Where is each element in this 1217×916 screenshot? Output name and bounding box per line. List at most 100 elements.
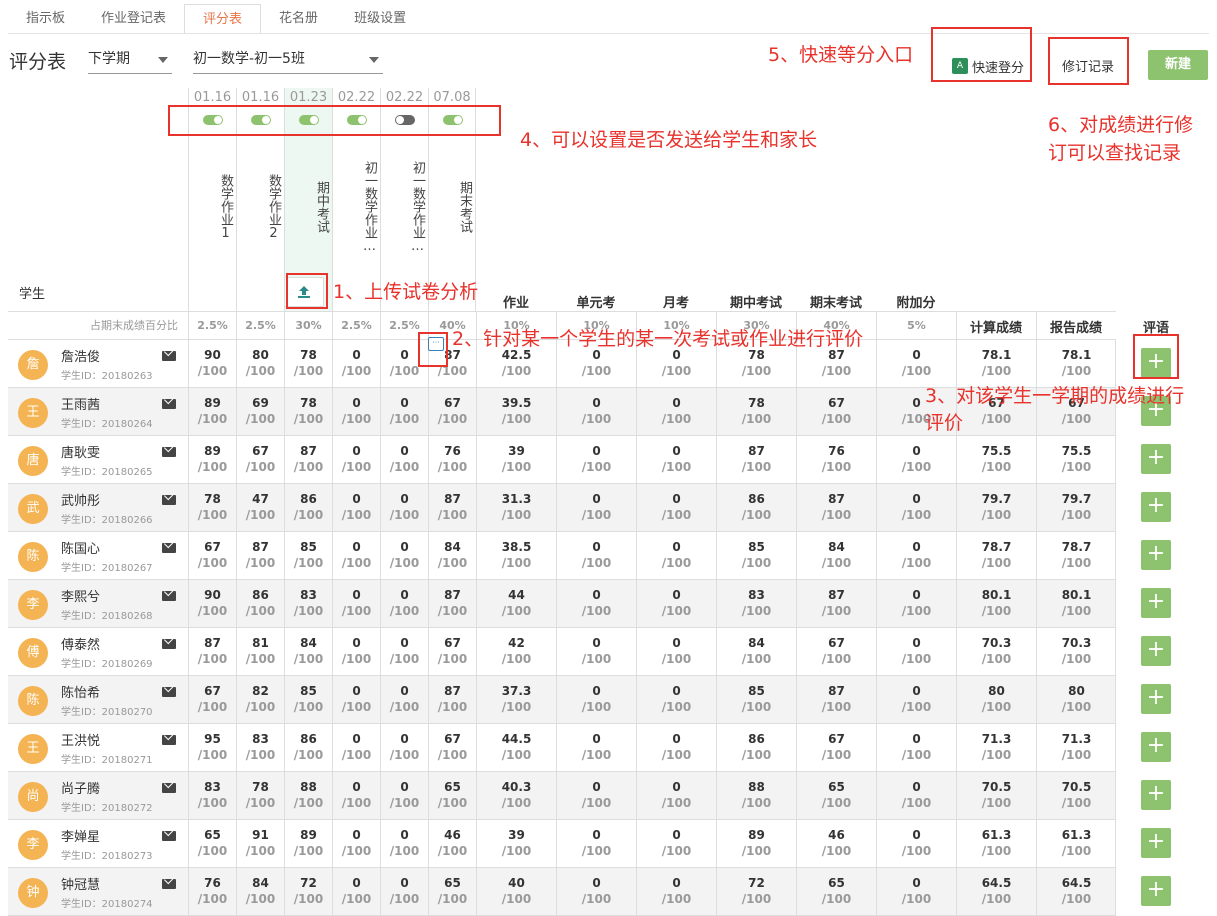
assignment-name[interactable]: 数学作业1 [189, 132, 236, 282]
score-cell[interactable]: 0/100 [332, 532, 380, 579]
tab-2[interactable]: 评分表 [184, 4, 262, 34]
tab-3[interactable]: 花名册 [261, 4, 336, 34]
add-comment-button[interactable]: + [1141, 684, 1171, 714]
student-name[interactable]: 陈国心 [61, 538, 100, 557]
assignment-name[interactable]: 初一数学作业… [333, 132, 380, 282]
score-cell[interactable]: 87/100 [284, 436, 332, 483]
add-comment-button[interactable]: + [1141, 444, 1171, 474]
score-cell[interactable]: 0/100 [380, 580, 428, 627]
score-cell[interactable]: 0/100 [332, 868, 380, 915]
score-cell[interactable]: 76/100 [428, 436, 476, 483]
score-cell[interactable]: 0/100 [380, 484, 428, 531]
score-cell[interactable]: 67/100 [236, 436, 284, 483]
score-cell[interactable]: 0/100 [380, 772, 428, 819]
score-cell[interactable]: 0/100 [332, 436, 380, 483]
score-cell[interactable]: 88/100 [284, 772, 332, 819]
score-cell[interactable]: 87/100 [428, 580, 476, 627]
score-cell[interactable]: 78/100 [236, 772, 284, 819]
student-name[interactable]: 钟冠慧 [61, 874, 100, 893]
mail-icon[interactable] [162, 735, 176, 745]
score-cell[interactable]: 78/100 [284, 388, 332, 435]
score-cell[interactable]: 0/100 [380, 724, 428, 771]
score-cell[interactable]: 0/100 [332, 676, 380, 723]
score-cell[interactable]: 87/100 [188, 628, 236, 675]
score-cell[interactable]: 84/100 [284, 628, 332, 675]
score-cell[interactable]: 90/100 [188, 340, 236, 387]
student-name[interactable]: 武帅彤 [61, 490, 100, 509]
score-cell[interactable]: 83/100 [284, 580, 332, 627]
add-comment-button[interactable]: + [1141, 540, 1171, 570]
tab-1[interactable]: 作业登记表 [83, 4, 184, 34]
add-comment-button[interactable]: + [1141, 732, 1171, 762]
score-cell[interactable]: 0/100 [380, 388, 428, 435]
mail-icon[interactable] [162, 879, 176, 889]
student-name[interactable]: 唐耿雯 [61, 442, 100, 461]
score-cell[interactable]: 80/100 [236, 340, 284, 387]
student-name[interactable]: 王雨茜 [61, 394, 100, 413]
mail-icon[interactable] [162, 591, 176, 601]
score-cell[interactable]: 0/100 [332, 772, 380, 819]
score-cell[interactable]: 85/100 [284, 532, 332, 579]
score-cell[interactable]: 67/100 [188, 532, 236, 579]
score-cell[interactable]: 89/100 [188, 436, 236, 483]
assignment-name[interactable]: 期末考试 [429, 132, 475, 282]
score-cell[interactable]: 86/100 [284, 724, 332, 771]
score-cell[interactable]: 0/100 [332, 628, 380, 675]
score-cell[interactable]: 81/100 [236, 628, 284, 675]
score-cell[interactable]: 0/100 [332, 820, 380, 867]
add-comment-button[interactable]: + [1141, 780, 1171, 810]
student-name[interactable]: 李熙兮 [61, 586, 100, 605]
assignment-name[interactable]: 数学作业2 [237, 132, 284, 282]
score-cell[interactable]: 87/100 [428, 676, 476, 723]
score-cell[interactable]: 89/100 [284, 820, 332, 867]
score-cell[interactable]: 0/100 [380, 676, 428, 723]
score-cell[interactable]: 46/100 [428, 820, 476, 867]
score-cell[interactable]: 0/100 [380, 436, 428, 483]
score-cell[interactable]: 47/100 [236, 484, 284, 531]
score-cell[interactable]: 67/100 [428, 628, 476, 675]
mail-icon[interactable] [162, 783, 176, 793]
score-cell[interactable]: 0/100 [332, 388, 380, 435]
mail-icon[interactable] [162, 495, 176, 505]
score-cell[interactable]: 65/100 [428, 772, 476, 819]
score-cell[interactable]: 87/100 [236, 532, 284, 579]
score-cell[interactable]: 78/100 [284, 340, 332, 387]
class-select[interactable]: 初一数学-初一5班 [193, 46, 383, 74]
add-comment-button[interactable]: + [1141, 828, 1171, 858]
score-cell[interactable]: 0/100 [380, 820, 428, 867]
score-cell[interactable]: 65/100 [428, 868, 476, 915]
score-cell[interactable]: 0/100 [332, 340, 380, 387]
score-cell[interactable]: 0/100 [332, 580, 380, 627]
score-cell[interactable]: 83/100 [188, 772, 236, 819]
score-cell[interactable]: 84/100 [236, 868, 284, 915]
student-name[interactable]: 傅泰然 [61, 634, 100, 653]
mail-icon[interactable] [162, 399, 176, 409]
student-name[interactable]: 尚子腾 [61, 778, 100, 797]
score-cell[interactable]: 91/100 [236, 820, 284, 867]
mail-icon[interactable] [162, 639, 176, 649]
student-name[interactable]: 陈怡希 [61, 682, 100, 701]
score-cell[interactable]: 0/100 [380, 628, 428, 675]
add-comment-button[interactable]: + [1141, 588, 1171, 618]
mail-icon[interactable] [162, 831, 176, 841]
student-name[interactable]: 李婵星 [61, 826, 100, 845]
score-cell[interactable]: 72/100 [284, 868, 332, 915]
score-cell[interactable]: 87/100 [428, 484, 476, 531]
tab-0[interactable]: 指示板 [8, 4, 83, 34]
new-button[interactable]: 新建 [1148, 50, 1208, 80]
score-cell[interactable]: 0/100 [380, 868, 428, 915]
score-cell[interactable]: 69/100 [236, 388, 284, 435]
mail-icon[interactable] [162, 447, 176, 457]
add-comment-button[interactable]: + [1141, 876, 1171, 906]
add-comment-button[interactable]: + [1141, 636, 1171, 666]
score-cell[interactable]: 90/100 [188, 580, 236, 627]
score-cell[interactable]: 84/100 [428, 532, 476, 579]
score-cell[interactable]: 0/100 [380, 532, 428, 579]
score-cell[interactable]: 86/100 [284, 484, 332, 531]
mail-icon[interactable] [162, 687, 176, 697]
score-cell[interactable]: 82/100 [236, 676, 284, 723]
score-cell[interactable]: 78/100 [188, 484, 236, 531]
add-comment-button[interactable]: + [1141, 492, 1171, 522]
term-select[interactable]: 下学期 [88, 46, 172, 74]
score-cell[interactable]: 95/100 [188, 724, 236, 771]
